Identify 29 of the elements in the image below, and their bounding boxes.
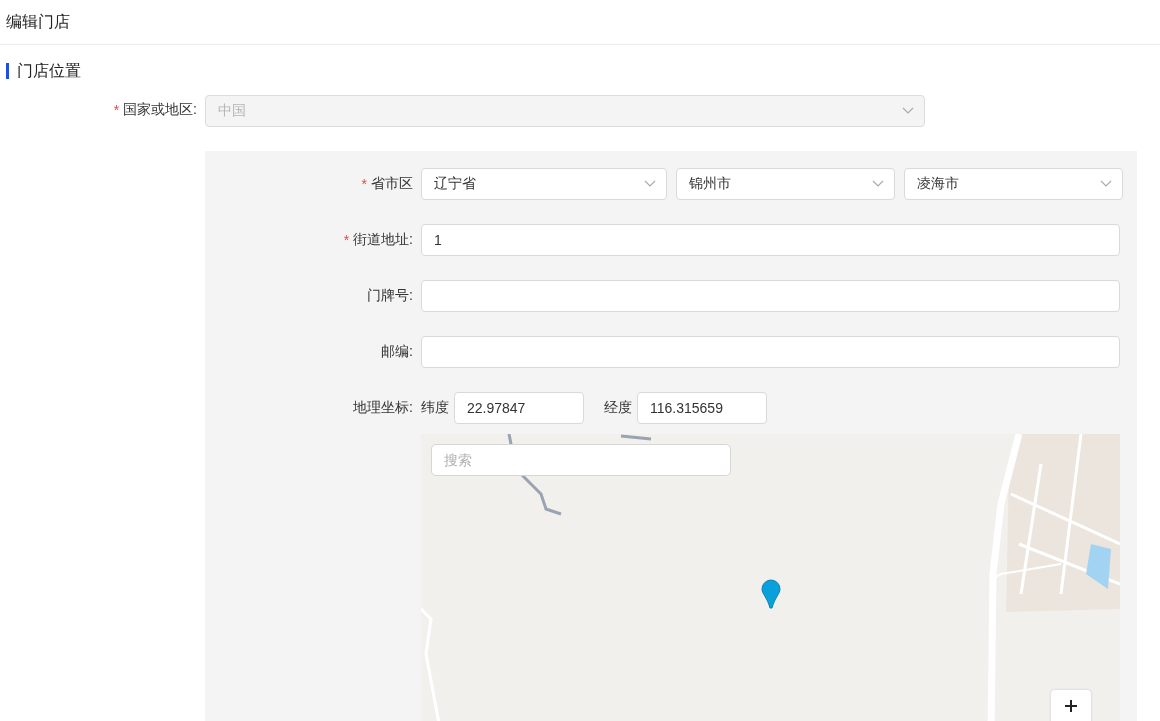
region-select[interactable]: 凌海市 <box>904 168 1123 200</box>
field-label: 街道地址: <box>353 231 413 249</box>
latitude-field[interactable]: 22.97847 <box>454 392 584 424</box>
required-mark: * <box>361 176 367 192</box>
field-label: 门牌号: <box>367 287 413 305</box>
region-select[interactable]: 辽宁省 <box>421 168 667 200</box>
section-title: 门店位置 <box>17 60 81 81</box>
zoom-in-button[interactable] <box>1051 690 1091 721</box>
chevron-down-icon <box>902 107 914 115</box>
text-field[interactable]: 1 <box>421 224 1120 256</box>
required-mark: * <box>113 102 120 118</box>
text-field[interactable] <box>421 336 1120 368</box>
chevron-down-icon <box>872 180 884 188</box>
page-title: 编辑门店 <box>6 11 70 32</box>
map-pin-icon <box>761 579 781 609</box>
plus-icon <box>1065 700 1077 712</box>
map-search-field[interactable]: 搜索 <box>431 444 731 476</box>
field-label: 国家或地区: <box>123 101 197 119</box>
required-mark: * <box>343 232 350 248</box>
field-label: 邮编: <box>381 343 413 361</box>
latitude-label: 纬度 <box>421 399 449 417</box>
chevron-down-icon <box>1100 180 1112 188</box>
field-label: 省市区 <box>371 175 413 193</box>
longitude-label: 经度 <box>604 399 632 417</box>
region-select[interactable]: 锦州市 <box>676 168 895 200</box>
text-field[interactable] <box>421 280 1120 312</box>
field-label: 地理坐标: <box>353 399 413 417</box>
longitude-field[interactable]: 116.315659 <box>637 392 767 424</box>
chevron-down-icon <box>644 180 656 188</box>
